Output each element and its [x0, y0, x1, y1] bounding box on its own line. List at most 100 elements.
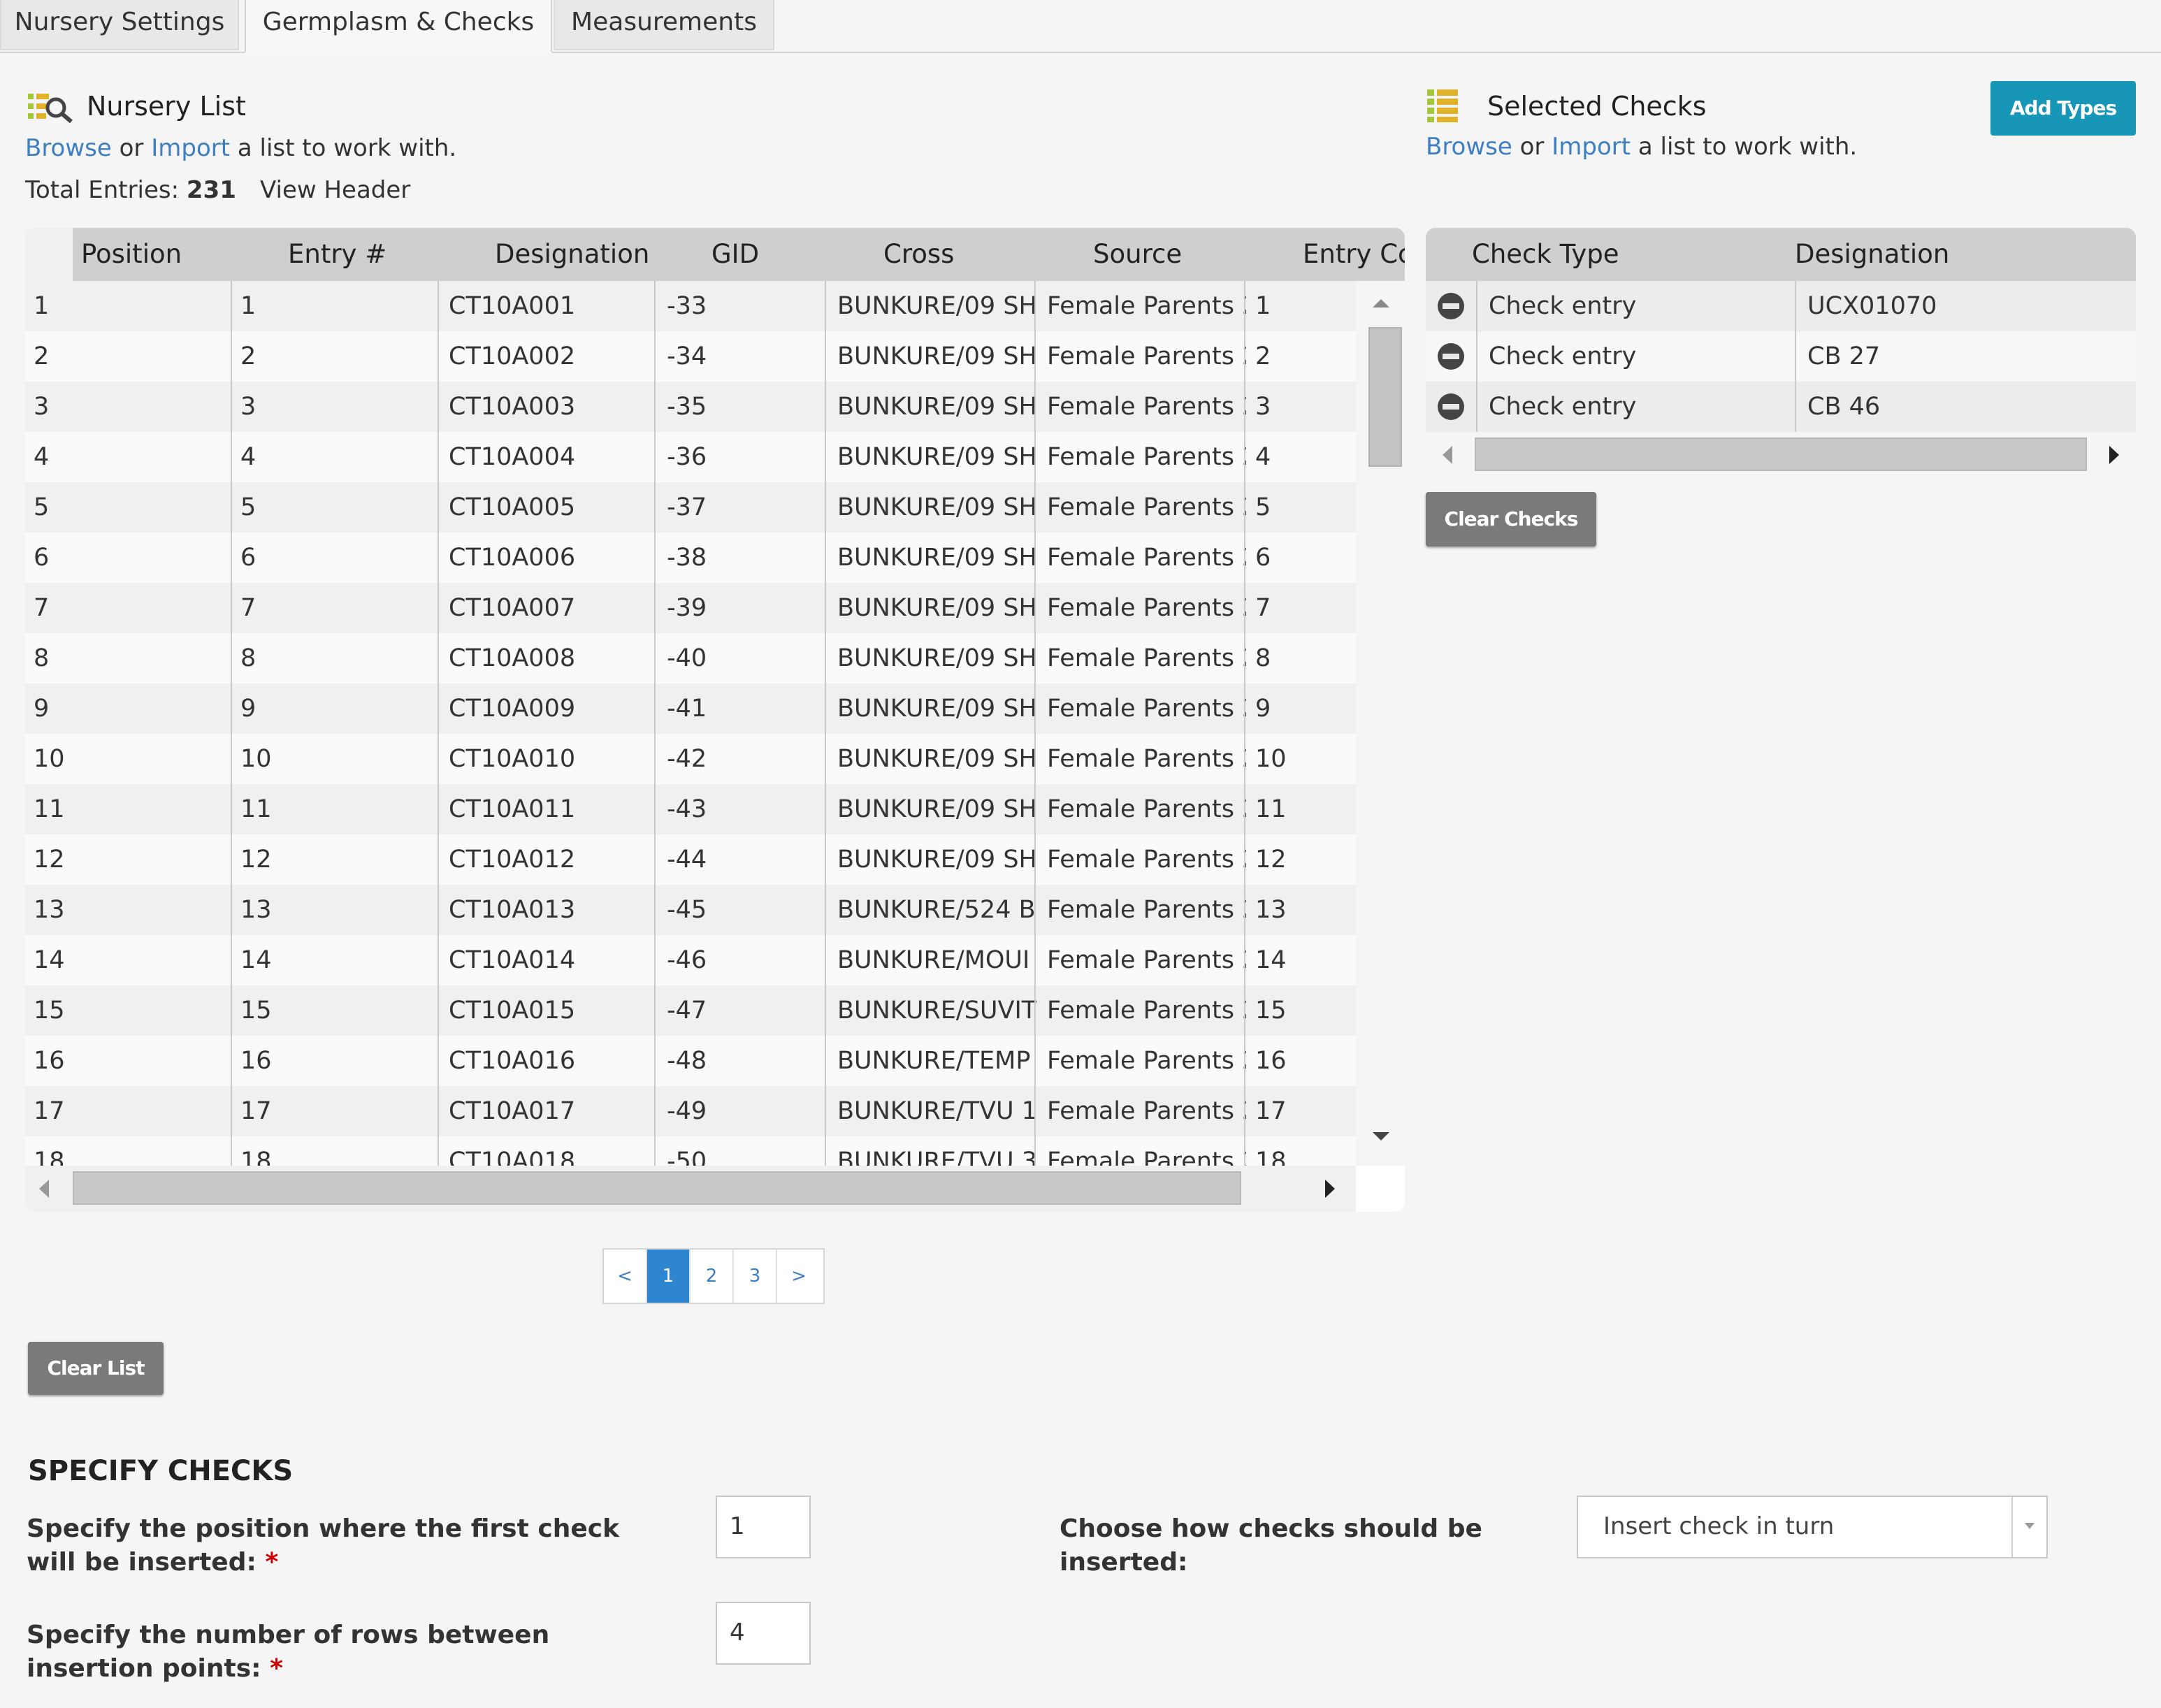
tab-nursery-settings[interactable]: Nursery Settings [0, 0, 239, 50]
check-designation-cell[interactable]: UCX01070 [1807, 281, 2115, 331]
cell-gid[interactable]: -42 [667, 734, 827, 784]
vertical-scrollbar[interactable] [1356, 281, 1405, 1166]
cell-gid[interactable]: -43 [667, 784, 827, 834]
tab-measurements[interactable]: Measurements [554, 0, 774, 50]
table-row[interactable]: 4 4 CT10A004 -36 BUNKURE/09 SH Female Parents… [25, 432, 1356, 482]
tab-germplasm-checks[interactable]: Germplasm & Checks [245, 0, 552, 53]
cell-gid[interactable]: -44 [667, 834, 827, 885]
import-link[interactable]: Import [151, 134, 230, 162]
remove-icon[interactable] [1436, 341, 1466, 372]
cell-gid[interactable]: -36 [667, 432, 827, 482]
cell-designation[interactable]: CT10A013 [449, 885, 651, 935]
cell-designation[interactable]: CT10A015 [449, 985, 651, 1036]
scroll-down-arrow-icon[interactable] [1371, 1129, 1391, 1143]
cell-gid[interactable]: -40 [667, 633, 827, 683]
table-row[interactable]: 5 5 CT10A005 -37 BUNKURE/09 SH Female Parents… [25, 482, 1356, 533]
check-row[interactable]: Check entry CB 27 [1426, 331, 2136, 382]
check-designation-cell[interactable]: CB 46 [1807, 382, 2115, 432]
col-gid[interactable]: GID [711, 228, 879, 281]
table-row[interactable]: 3 3 CT10A003 -35 BUNKURE/09 SH Female Parents… [25, 382, 1356, 432]
horizontal-scrollbar[interactable] [25, 1166, 1356, 1212]
checks-horizontal-scrollbar[interactable] [1426, 432, 2136, 478]
table-row[interactable]: 6 6 CT10A006 -38 BUNKURE/09 SH Female Parents… [25, 533, 1356, 583]
cell-gid[interactable]: -39 [667, 583, 827, 633]
first-position-input[interactable]: 1 [716, 1496, 811, 1558]
cell-designation[interactable]: CT10A014 [449, 935, 651, 985]
insert-method-select[interactable]: Insert check in turn [1577, 1496, 2048, 1558]
page-1[interactable]: 1 [647, 1250, 691, 1303]
cell-designation[interactable]: CT10A001 [449, 281, 651, 331]
cell-gid[interactable]: -45 [667, 885, 827, 935]
check-row[interactable]: Check entry CB 46 [1426, 382, 2136, 432]
clear-list-button[interactable]: Clear List [28, 1342, 164, 1395]
cell-designation[interactable]: CT10A009 [449, 683, 651, 734]
checks-import-link[interactable]: Import [1552, 133, 1631, 161]
scroll-right-arrow-icon[interactable] [1324, 1178, 1338, 1199]
table-row[interactable]: 2 2 CT10A002 -34 BUNKURE/09 SH Female Parents… [25, 331, 1356, 382]
col-entry[interactable]: Entry # [288, 228, 491, 281]
table-row[interactable]: 17 17 CT10A017 -49 BUNKURE/TVU 1 Female Paren… [25, 1086, 1356, 1136]
table-row[interactable]: 18 18 CT10A018 -50 BUNKURE/TVU 3 Female Paren… [25, 1136, 1356, 1166]
check-designation-cell[interactable]: CB 27 [1807, 331, 2115, 382]
cell-gid[interactable]: -41 [667, 683, 827, 734]
page-next[interactable]: > [777, 1250, 821, 1303]
page-3[interactable]: 3 [734, 1250, 777, 1303]
check-type-cell[interactable]: Check entry [1489, 281, 1782, 331]
cell-designation[interactable]: CT10A006 [449, 533, 651, 583]
col-designation[interactable]: Designation [495, 228, 698, 281]
page-2[interactable]: 2 [691, 1250, 734, 1303]
table-row[interactable]: 9 9 CT10A009 -41 BUNKURE/09 SH Female Parents… [25, 683, 1356, 734]
cell-designation[interactable]: CT10A011 [449, 784, 651, 834]
cell-designation[interactable]: CT10A003 [449, 382, 651, 432]
table-row[interactable]: 7 7 CT10A007 -39 BUNKURE/09 SH Female Parents… [25, 583, 1356, 633]
page-prev[interactable]: < [604, 1250, 647, 1303]
add-types-button[interactable]: Add Types [1990, 81, 2136, 136]
cell-designation[interactable]: CT10A017 [449, 1086, 651, 1136]
col-source[interactable]: Source [1093, 228, 1289, 281]
scroll-left-arrow-icon[interactable] [38, 1178, 52, 1199]
table-row[interactable]: 16 16 CT10A016 -48 BUNKURE/TEMP Female Parent… [25, 1036, 1356, 1086]
rows-between-input[interactable]: 4 [716, 1602, 811, 1665]
scroll-up-arrow-icon[interactable] [1371, 296, 1391, 310]
clear-checks-button[interactable]: Clear Checks [1426, 492, 1596, 547]
check-type-cell[interactable]: Check entry [1489, 382, 1782, 432]
table-row[interactable]: 1 1 CT10A001 -33 BUNKURE/09 SH Female Parents… [25, 281, 1356, 331]
cell-gid[interactable]: -37 [667, 482, 827, 533]
col-position[interactable]: Position [81, 228, 277, 281]
check-type-cell[interactable]: Check entry [1489, 331, 1782, 382]
cell-designation[interactable]: CT10A016 [449, 1036, 651, 1086]
scroll-thumb-horizontal[interactable] [73, 1171, 1241, 1205]
view-header-link[interactable]: View Header [260, 176, 410, 204]
table-row[interactable]: 11 11 CT10A011 -43 BUNKURE/09 SH Female Paren… [25, 784, 1356, 834]
cell-gid[interactable]: -33 [667, 281, 827, 331]
browse-link[interactable]: Browse [25, 134, 112, 162]
scroll-thumb-vertical[interactable] [1368, 327, 1402, 467]
cell-designation[interactable]: CT10A004 [449, 432, 651, 482]
cell-gid[interactable]: -35 [667, 382, 827, 432]
col-check-type[interactable]: Check Type [1472, 228, 1807, 281]
cell-gid[interactable]: -48 [667, 1036, 827, 1086]
cell-designation[interactable]: CT10A008 [449, 633, 651, 683]
remove-icon[interactable] [1436, 391, 1466, 422]
col-entry-code[interactable]: Entry Cc [1303, 228, 1405, 281]
col-check-designation[interactable]: Designation [1795, 228, 2130, 281]
cell-gid[interactable]: -50 [667, 1136, 827, 1166]
cell-gid[interactable]: -49 [667, 1086, 827, 1136]
table-row[interactable]: 14 14 CT10A014 -46 BUNKURE/MOUI Female Parent… [25, 935, 1356, 985]
checks-browse-link[interactable]: Browse [1426, 133, 1512, 161]
chevron-down-icon[interactable] [2023, 1521, 2037, 1532]
check-row[interactable]: Check entry UCX01070 [1426, 281, 2136, 331]
cell-gid[interactable]: -38 [667, 533, 827, 583]
table-row[interactable]: 10 10 CT10A010 -42 BUNKURE/09 SH Female Paren… [25, 734, 1356, 784]
cell-designation[interactable]: CT10A018 [449, 1136, 651, 1166]
cell-designation[interactable]: CT10A005 [449, 482, 651, 533]
cell-gid[interactable]: -46 [667, 935, 827, 985]
cell-designation[interactable]: CT10A002 [449, 331, 651, 382]
remove-icon[interactable] [1436, 291, 1466, 321]
table-row[interactable]: 15 15 CT10A015 -47 BUNKURE/SUVIT Female Paren… [25, 985, 1356, 1036]
cell-designation[interactable]: CT10A010 [449, 734, 651, 784]
table-row[interactable]: 13 13 CT10A013 -45 BUNKURE/524 B Female Paren… [25, 885, 1356, 935]
table-row[interactable]: 8 8 CT10A008 -40 BUNKURE/09 SH Female Parents… [25, 633, 1356, 683]
cell-designation[interactable]: CT10A012 [449, 834, 651, 885]
checks-scroll-left-arrow-icon[interactable] [1441, 444, 1455, 465]
